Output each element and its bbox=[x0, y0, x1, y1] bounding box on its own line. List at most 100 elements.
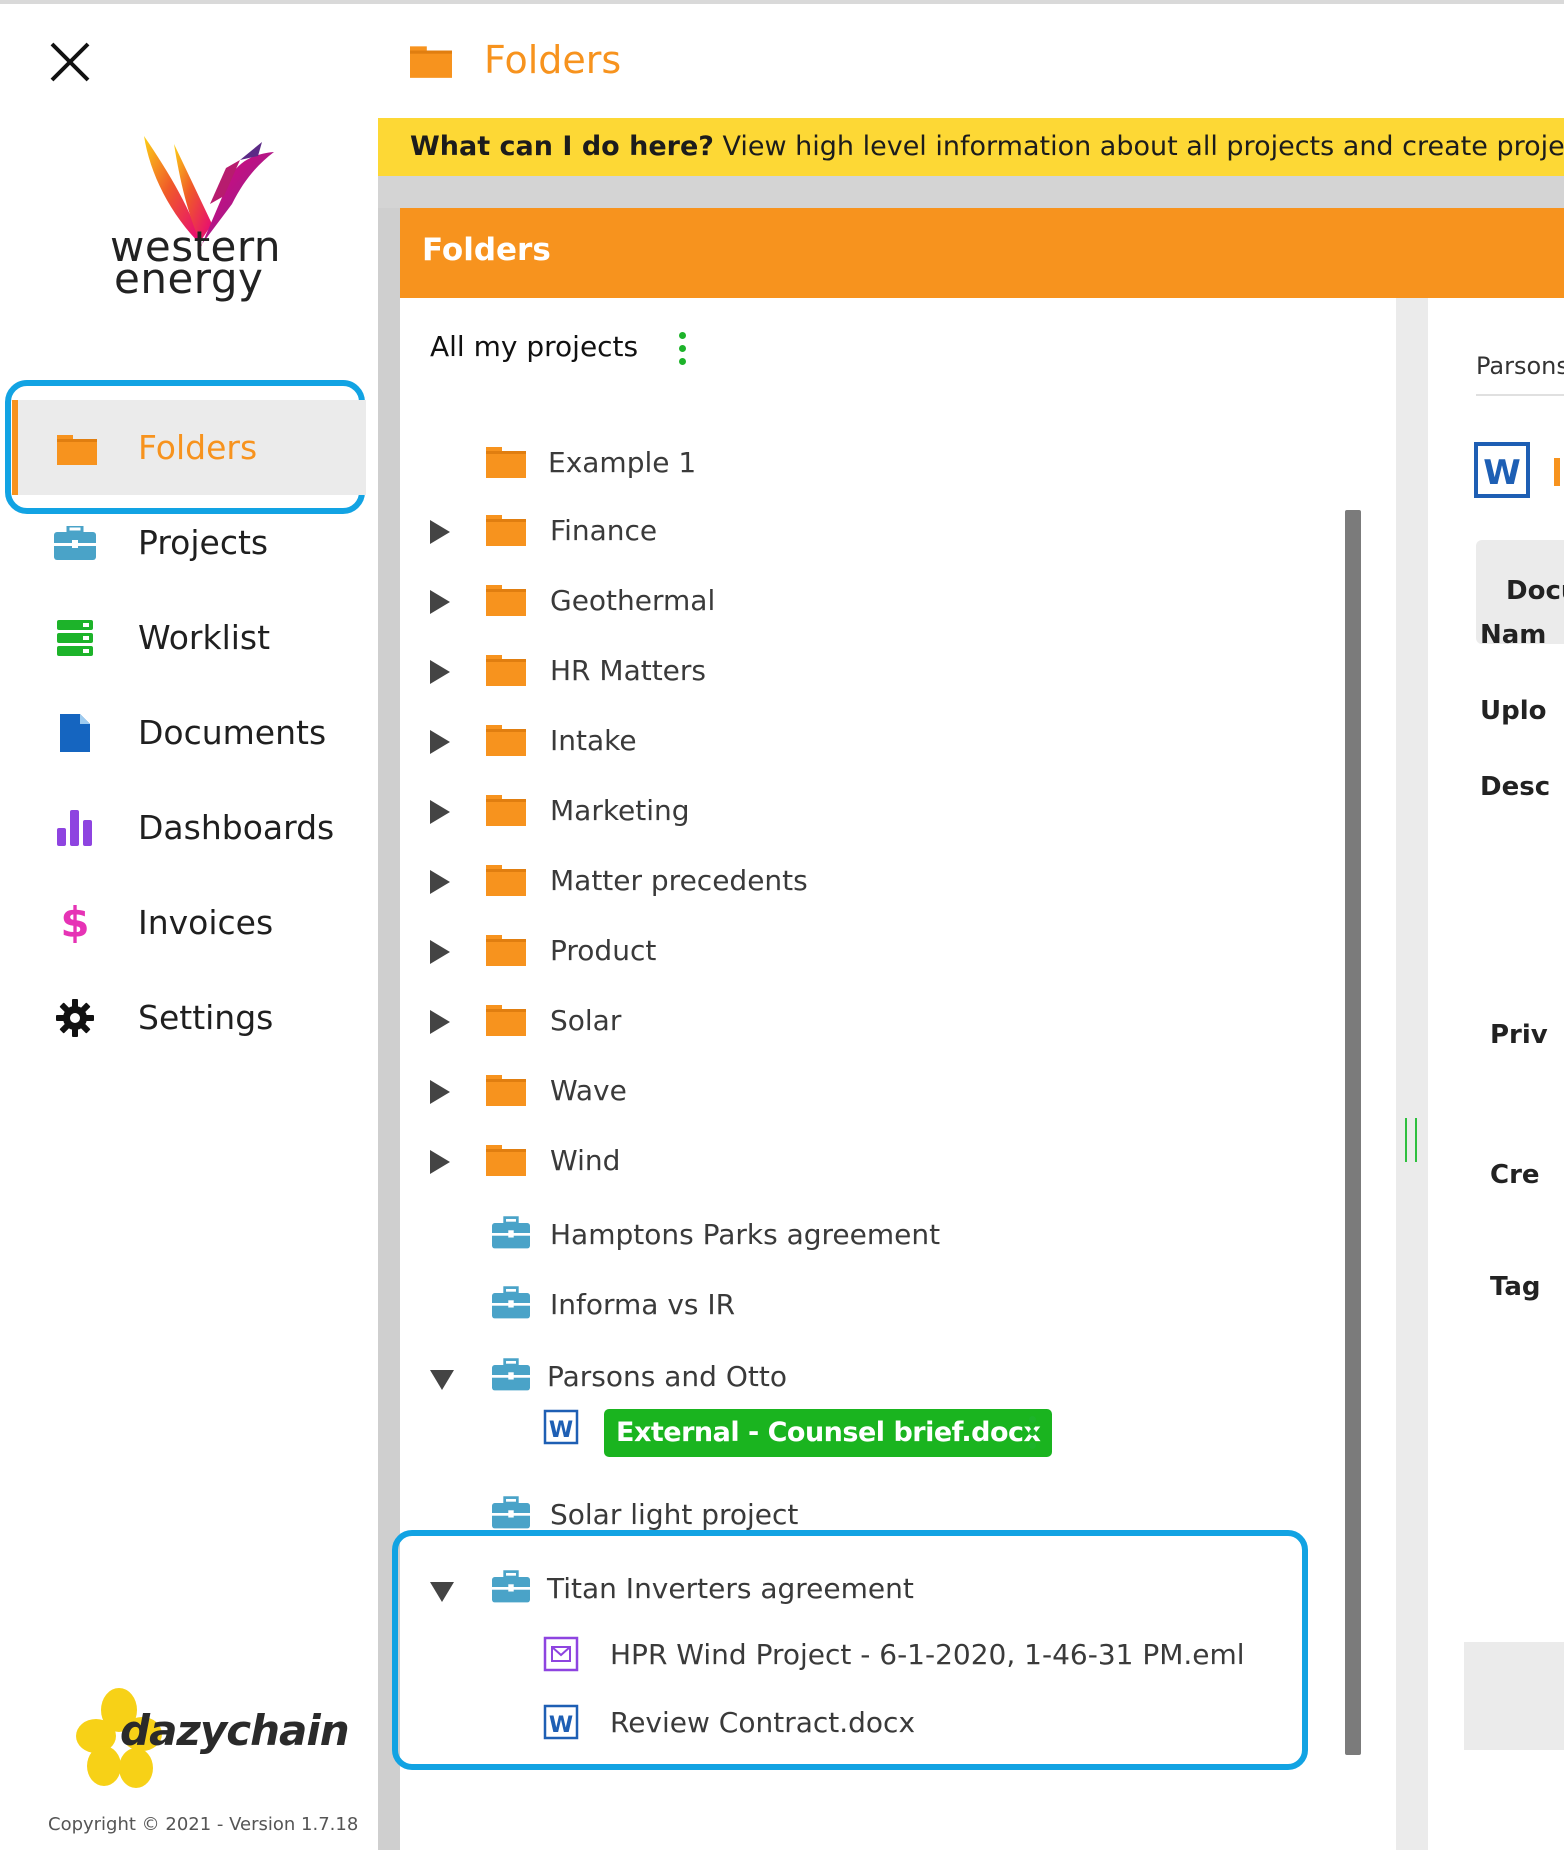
svg-text:W: W bbox=[1483, 453, 1521, 493]
tree-item-label: Geothermal bbox=[550, 584, 716, 617]
tree-document-row[interactable]: HPR Wind Project - 6-1-2020, 1-46-31 PM.… bbox=[0, 1632, 1300, 1682]
tree-scrollbar[interactable] bbox=[1345, 510, 1361, 1755]
tree-item-label: Parsons and Otto bbox=[547, 1360, 787, 1393]
folder-icon bbox=[486, 582, 526, 620]
caret-right-icon[interactable] bbox=[430, 1150, 450, 1174]
page-header: Folders bbox=[400, 4, 1564, 114]
tree-folder-row[interactable]: Marketing bbox=[0, 788, 1300, 838]
tree-project-row[interactable]: Informa vs IR bbox=[0, 1282, 1300, 1332]
folder-icon bbox=[486, 862, 526, 900]
tree-item-label: Informa vs IR bbox=[550, 1288, 736, 1321]
svg-text:W: W bbox=[549, 1713, 573, 1738]
panel-title: Folders bbox=[422, 232, 551, 268]
caret-right-icon[interactable] bbox=[430, 940, 450, 964]
word-doc-icon: W bbox=[543, 1409, 579, 1449]
briefcase-icon bbox=[492, 1358, 530, 1396]
tree-item-label: Wind bbox=[550, 1144, 621, 1177]
brand-name-line2: energy bbox=[114, 254, 264, 303]
word-doc-icon: W bbox=[543, 1704, 579, 1744]
tree-project-row[interactable]: Hamptons Parks agreement bbox=[0, 1212, 1300, 1262]
folder-icon bbox=[486, 1002, 526, 1040]
folder-icon bbox=[486, 792, 526, 830]
field-label-privilege: Priv bbox=[1490, 1020, 1548, 1050]
folders-panel-header: Folders bbox=[400, 208, 1564, 298]
tree-folder-row[interactable]: Finance bbox=[0, 508, 1300, 558]
help-question: What can I do here? bbox=[410, 131, 714, 162]
caret-right-icon[interactable] bbox=[430, 520, 450, 544]
field-label-uploaded: Uplo bbox=[1480, 696, 1547, 726]
folder-icon bbox=[486, 932, 526, 970]
field-label-name: Nam bbox=[1480, 620, 1547, 650]
tree-folder-row[interactable]: Product bbox=[0, 928, 1300, 978]
caret-right-icon[interactable] bbox=[430, 1010, 450, 1034]
tree-item-label: Intake bbox=[550, 724, 637, 757]
tree-project-row[interactable]: Solar light project bbox=[0, 1492, 1300, 1542]
tree-folder-row[interactable]: Geothermal bbox=[0, 578, 1300, 628]
details-footer bbox=[1464, 1642, 1564, 1750]
drag-handle-icon[interactable] bbox=[1405, 1118, 1419, 1162]
tree-project-row[interactable]: Parsons and Otto bbox=[0, 1354, 1300, 1404]
tree-item-label: Wave bbox=[550, 1074, 627, 1107]
tree-item-label: Marketing bbox=[550, 794, 690, 827]
tab-document-label: Docu bbox=[1506, 576, 1564, 606]
caret-down-icon[interactable] bbox=[430, 1370, 454, 1390]
help-banner: What can I do here? View high level info… bbox=[378, 118, 1564, 176]
email-icon bbox=[543, 1636, 579, 1676]
field-label-created: Cre bbox=[1490, 1160, 1540, 1190]
tree-document-row[interactable]: W Review Contract.docx bbox=[0, 1700, 1300, 1750]
folder-icon bbox=[486, 444, 526, 482]
tree-folder-row[interactable]: Intake bbox=[0, 718, 1300, 768]
tree-folder-row[interactable]: HR Matters bbox=[0, 648, 1300, 698]
tree-item-label: HPR Wind Project - 6-1-2020, 1-46-31 PM.… bbox=[610, 1638, 1245, 1671]
help-text: View high level information about all pr… bbox=[722, 131, 1564, 162]
tree-item-label: HR Matters bbox=[550, 654, 707, 687]
caret-right-icon[interactable] bbox=[430, 800, 450, 824]
word-doc-icon: W bbox=[1474, 442, 1530, 498]
help-banner-shadow bbox=[378, 176, 1564, 208]
close-icon[interactable] bbox=[46, 38, 94, 86]
root-more-menu-icon[interactable] bbox=[677, 330, 687, 368]
svg-text:W: W bbox=[549, 1418, 573, 1443]
tree-folder-row[interactable]: Matter precedents bbox=[0, 858, 1300, 908]
tree-item-label: Hamptons Parks agreement bbox=[550, 1218, 941, 1251]
briefcase-icon bbox=[492, 1216, 530, 1254]
tree-item-label: Example 1 bbox=[548, 446, 697, 479]
panel-splitter[interactable] bbox=[1396, 298, 1428, 1850]
page-title: Folders bbox=[484, 38, 622, 82]
folder-icon bbox=[410, 42, 452, 82]
document-details-panel: Parsons W Docu Nam Uplo Desc Priv Cre Ta… bbox=[1428, 298, 1564, 1850]
tree-folder-row[interactable]: Solar bbox=[0, 998, 1300, 1048]
copyright-text: Copyright © 2021 - Version 1.7.18 bbox=[48, 1814, 359, 1835]
caret-right-icon[interactable] bbox=[430, 590, 450, 614]
briefcase-icon bbox=[492, 1496, 530, 1534]
caret-down-icon[interactable] bbox=[430, 1582, 454, 1602]
tree-item-label: Titan Inverters agreement bbox=[547, 1572, 914, 1605]
document-more-menu-icon[interactable] bbox=[1027, 1414, 1037, 1452]
tree-item-label: Solar bbox=[550, 1004, 622, 1037]
tree-root-label[interactable]: All my projects bbox=[430, 330, 638, 363]
field-label-description: Desc bbox=[1480, 772, 1551, 802]
tree-item-label: Matter precedents bbox=[550, 864, 808, 897]
caret-right-icon[interactable] bbox=[430, 1080, 450, 1104]
folder-icon bbox=[486, 722, 526, 760]
tree-folder-row[interactable]: Wave bbox=[0, 1068, 1300, 1118]
field-label-tags: Tag bbox=[1490, 1272, 1541, 1302]
tree-folder-row[interactable]: Wind bbox=[0, 1138, 1300, 1188]
briefcase-icon bbox=[492, 1570, 530, 1608]
tree-item-label: Review Contract.docx bbox=[610, 1706, 916, 1739]
tree-item-label: Finance bbox=[550, 514, 658, 547]
tree-project-row[interactable]: Titan Inverters agreement bbox=[0, 1566, 1300, 1616]
caret-right-icon[interactable] bbox=[430, 870, 450, 894]
tree-folder-row[interactable]: Example 1 bbox=[0, 440, 1300, 490]
western-energy-logo: western energy bbox=[110, 134, 390, 349]
document-title-fragment bbox=[1554, 458, 1560, 486]
folder-icon bbox=[486, 512, 526, 550]
breadcrumb-divider bbox=[1476, 394, 1564, 396]
briefcase-icon bbox=[492, 1286, 530, 1324]
tree-item-label: Product bbox=[550, 934, 657, 967]
caret-right-icon[interactable] bbox=[430, 660, 450, 684]
selected-document[interactable]: External - Counsel brief.docx bbox=[604, 1409, 1053, 1457]
breadcrumb[interactable]: Parsons bbox=[1476, 352, 1564, 380]
folder-icon bbox=[486, 1072, 526, 1110]
caret-right-icon[interactable] bbox=[430, 730, 450, 754]
